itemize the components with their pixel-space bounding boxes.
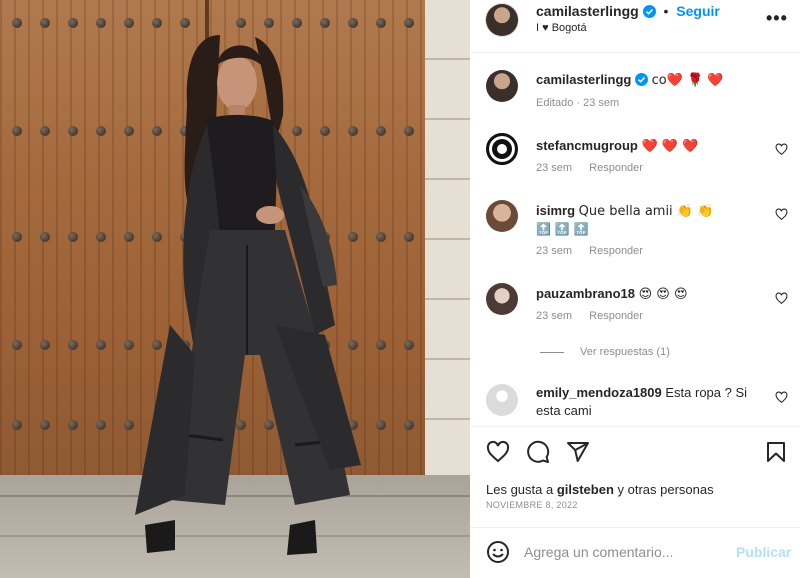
commenter-avatar[interactable] [486,133,518,165]
comment-username[interactable]: isimrg [536,203,575,218]
post-side-panel: camilasterlingg • Seguir I ♥ Bogotá ••• … [470,0,800,578]
door-stud [12,340,22,350]
comment-meta: 23 sem Responder [536,162,657,174]
view-replies-button[interactable]: Ver respuestas (1) [540,346,670,358]
comment-text: Que bella amii 👏 👏 [578,204,714,219]
emoji-icon[interactable] [486,540,510,564]
post-date[interactable]: NOVIEMBRE 8, 2022 [486,500,578,510]
door-stud [68,18,78,28]
door-stud [12,420,22,430]
comment-body: stefancmugroup ❤️ ❤️ ❤️ [536,137,761,156]
follow-button[interactable]: Seguir [676,3,720,19]
comment-body: emily_mendoza1809 Esta ropa ? Si esta ca… [536,384,761,420]
author-avatar[interactable] [486,4,518,36]
verified-badge-icon [642,5,656,18]
comment-time: 23 sem [536,245,573,257]
caption-username[interactable]: camilasterlingg [536,72,631,87]
comment-username[interactable]: pauzambrano18 [536,286,635,301]
comment-username[interactable]: emily_mendoza1809 [536,385,662,400]
door-stud [68,232,78,242]
share-icon[interactable] [566,440,590,464]
separator-dot: • [663,3,669,19]
door-stud [404,126,414,136]
heart-icon[interactable] [775,292,788,305]
woman-figure [135,35,361,555]
likes-suffix[interactable]: y otras personas [614,482,714,497]
comment-meta: 23 sem Responder [536,310,657,322]
bookmark-icon[interactable] [764,440,788,464]
actions-divider [470,426,800,427]
door-stud [376,126,386,136]
reply-button[interactable]: Responder [589,310,643,322]
replies-line [540,351,564,353]
add-comment-bar: Publicar [470,528,800,578]
reply-button[interactable]: Responder [589,162,643,174]
caption-text: co❤️ 🌹 ❤️ [651,73,724,88]
door-stud [40,126,50,136]
comment-input[interactable] [524,542,714,562]
caption-meta: Editado · 23 sem [536,97,620,109]
reply-button[interactable]: Responder [589,245,643,257]
door-stud [404,420,414,430]
door-stud [68,420,78,430]
header-divider [470,52,800,53]
commenter-avatar[interactable] [486,283,518,315]
door-stud [404,340,414,350]
door-stud [68,340,78,350]
more-options-icon[interactable]: ••• [766,8,788,29]
door-stud [68,126,78,136]
action-bar [486,440,786,466]
verified-badge-icon [635,73,648,86]
comment-icon[interactable] [526,440,550,464]
likes-prefix: Les gusta a [486,482,557,497]
door-stud [40,420,50,430]
comment-body: pauzambrano18 😍 😍 😍 [536,285,761,304]
author-avatar[interactable] [486,70,518,102]
comment-meta: 23 sem Responder [536,245,657,257]
door-stud [376,340,386,350]
door-stud [40,232,50,242]
post-photo[interactable] [0,0,470,578]
door-stud [96,340,106,350]
door-stud [404,18,414,28]
door-stud [404,232,414,242]
likes-summary: Les gusta a gilsteben y otras personas [486,482,714,497]
door-stud [376,232,386,242]
door-stud [376,420,386,430]
like-heart-icon[interactable] [486,440,510,464]
likes-user[interactable]: gilsteben [557,482,614,497]
comment-text-extra: 🔝 🔝 🔝 [536,222,589,236]
author-username[interactable]: camilasterlingg [536,3,639,19]
caption-text-line: camilasterlingg co❤️ 🌹 ❤️ [536,71,761,90]
door-stud [40,18,50,28]
door-stud [12,232,22,242]
comment-username[interactable]: stefancmugroup [536,138,638,153]
comment-text: 😍 😍 😍 [638,287,688,302]
post-location[interactable]: I ♥ Bogotá [536,22,587,34]
commenter-avatar[interactable] [486,200,518,232]
door-stud [40,340,50,350]
comment-time: 23 sem [536,162,573,174]
door-stud [96,232,106,242]
comment-text: ❤️ ❤️ ❤️ [641,139,699,154]
door-stud [96,18,106,28]
door-stud [12,18,22,28]
door-stud [96,420,106,430]
publish-button[interactable]: Publicar [736,544,791,560]
door-stud [12,126,22,136]
door-stud [376,18,386,28]
comment-time: 23 sem [536,310,573,322]
heart-icon[interactable] [775,143,788,156]
post-header: camilasterlingg • Seguir [536,3,720,19]
commenter-avatar[interactable] [486,384,518,416]
view-replies-label: Ver respuestas (1) [580,346,670,358]
comment-body: isimrg Que bella amii 👏 👏 [536,202,761,221]
door-stud [96,126,106,136]
stone-pillar [425,0,470,478]
heart-icon[interactable] [775,208,788,221]
heart-icon[interactable] [775,391,788,404]
